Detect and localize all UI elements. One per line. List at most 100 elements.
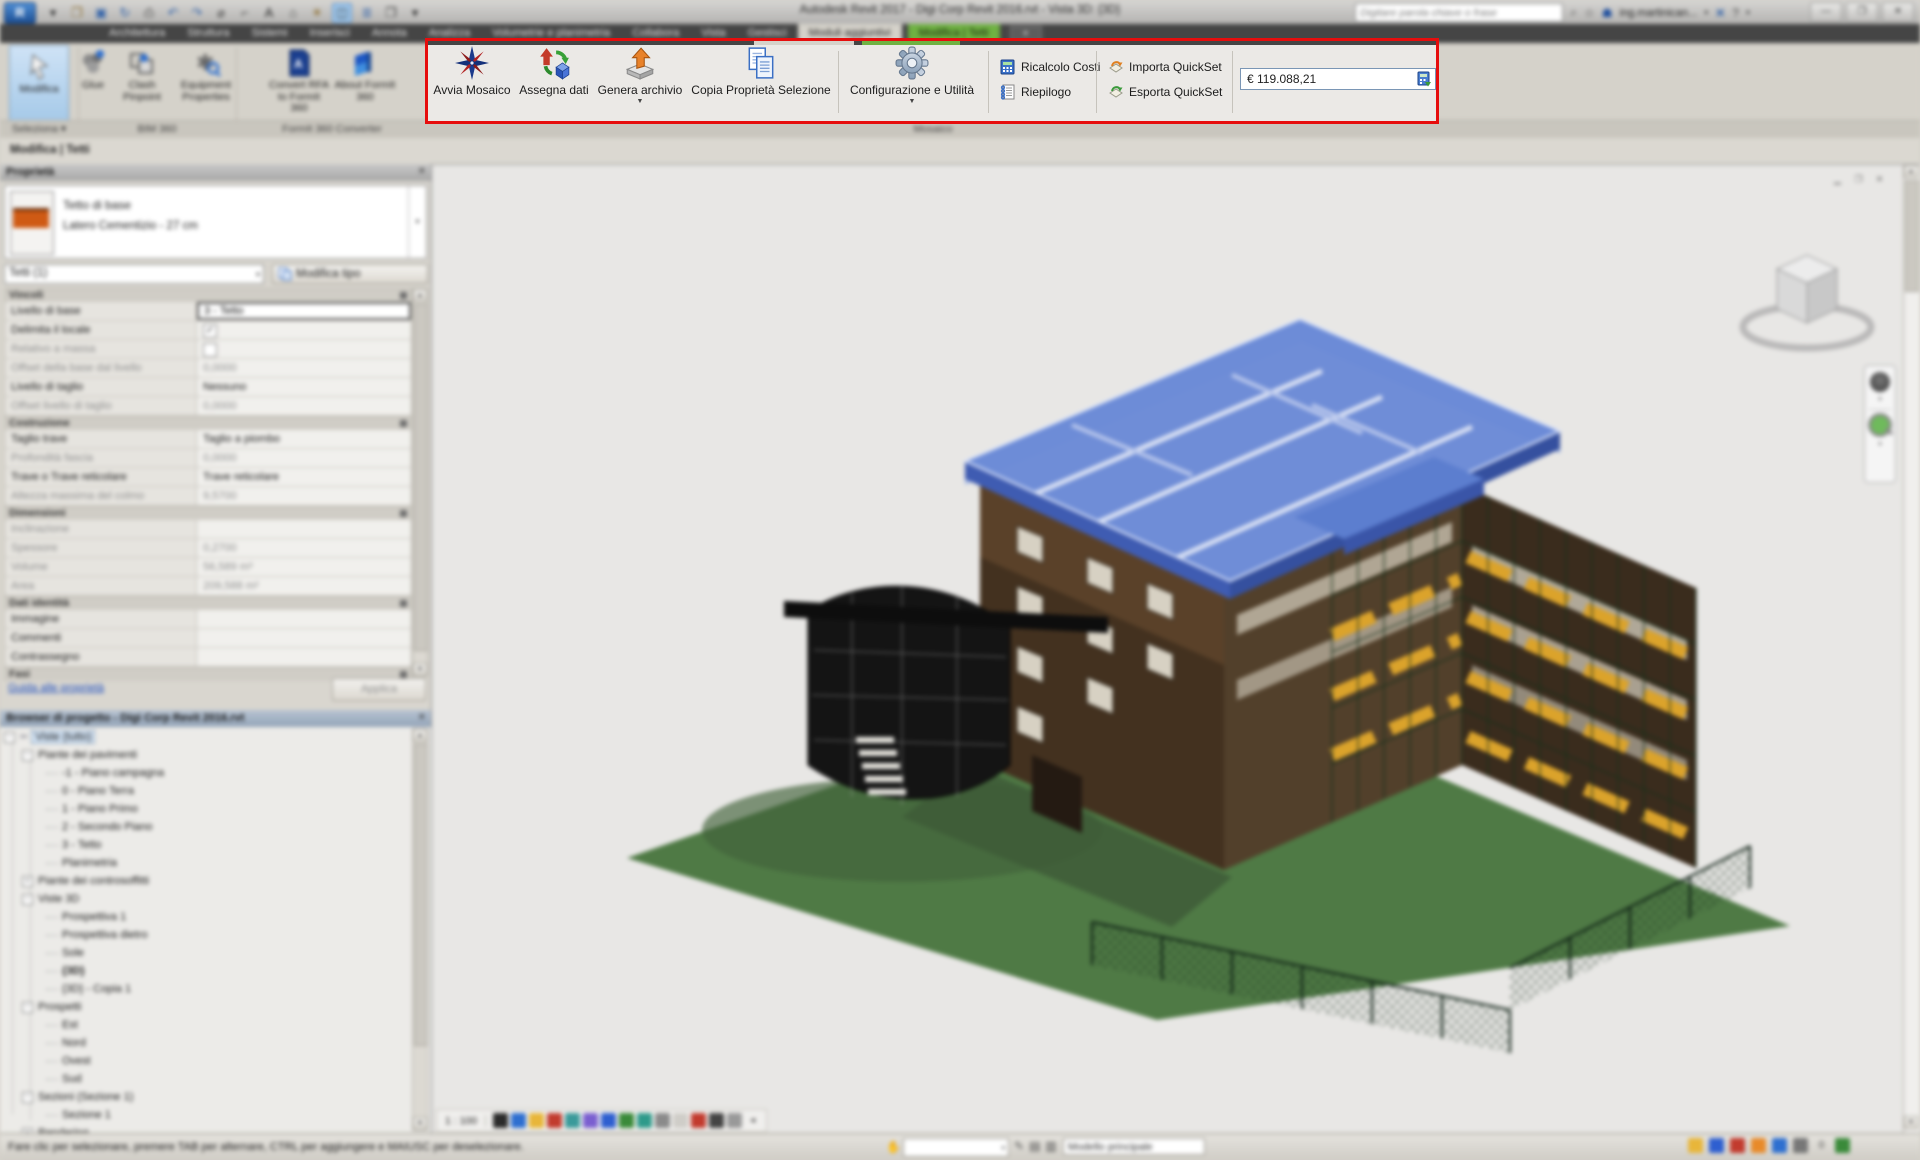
link-select-icon[interactable] [1709, 1138, 1724, 1153]
editable-only-icon[interactable] [1688, 1138, 1703, 1153]
section-header-costruzione[interactable]: Costruzione [4, 416, 412, 430]
exchange-apps-icon[interactable]: ✕ [1715, 6, 1725, 20]
tree-item-2-secondo-piano[interactable]: 2 - Secondo Piano [0, 818, 410, 836]
importa-quickset-button[interactable]: Importa QuickSet [1108, 58, 1222, 76]
checkbox-checked[interactable]: ✓ [203, 324, 217, 338]
scroll-up-icon[interactable]: ▲ [413, 289, 427, 302]
scroll-down-icon[interactable]: ▼ [1904, 1116, 1918, 1129]
crop-view-icon[interactable] [601, 1113, 616, 1128]
tree-item-prospettiva-1[interactable]: Prospettiva 1 [0, 908, 410, 926]
worksets-select[interactable]: ▾ [903, 1138, 1009, 1157]
glue-button[interactable]: Glue [78, 45, 108, 92]
tree-item-sole[interactable]: Sole [0, 944, 410, 962]
close-icon[interactable]: ✕ [418, 166, 426, 177]
property-value[interactable]: ✓ [197, 321, 411, 339]
panel-label-mosaico[interactable]: Mosaico [428, 123, 1438, 135]
property-value[interactable] [197, 610, 411, 628]
help-search-input[interactable] [1355, 3, 1563, 22]
property-value[interactable] [197, 648, 411, 666]
property-value[interactable]: Trave reticolare [197, 468, 411, 486]
equipment-properties-button[interactable]: ✱Equipment Properties [176, 45, 236, 103]
properties-help-link[interactable]: Guida alle proprietà [8, 682, 104, 694]
tree-item-1-piano-campagna[interactable]: -1 - Piano campagna [0, 764, 410, 782]
edit-type-button[interactable]: Modifica tipo [272, 264, 428, 284]
property-value[interactable]: 209,588 m² [197, 577, 411, 595]
selection-filter-icon[interactable] [1835, 1138, 1850, 1153]
help-dropdown-icon[interactable]: ▾ [1746, 8, 1750, 17]
tree-item-prospetti[interactable]: −Prospetti [0, 998, 410, 1016]
visual-style-icon[interactable] [529, 1113, 544, 1128]
close-button[interactable]: ✕ [1882, 2, 1914, 22]
collapse-icon[interactable]: − [22, 1092, 33, 1103]
collapse-icon[interactable]: − [4, 732, 15, 743]
link-icon[interactable]: ▥ [1045, 1139, 1056, 1153]
minimize-button[interactable]: — [1810, 2, 1842, 22]
property-value[interactable]: 56,589 m³ [197, 558, 411, 576]
close-icon[interactable]: ✕ [418, 712, 426, 723]
property-value[interactable]: 0,0000 [197, 449, 411, 467]
assegna-dati-button[interactable]: Assegna dati [516, 46, 592, 116]
filter-icon[interactable] [1751, 1138, 1766, 1153]
reveal-constraints-icon[interactable] [727, 1113, 742, 1128]
3d-model-view[interactable] [432, 165, 1920, 1134]
tree-item-prospettiva-dietro[interactable]: Prospettiva dietro [0, 926, 410, 944]
displacement-icon[interactable] [709, 1113, 724, 1128]
collapse-icon[interactable]: − [22, 1002, 33, 1013]
view-scale-icon[interactable] [493, 1113, 508, 1128]
help-icon[interactable]: ? [1732, 6, 1739, 20]
user-dropdown-icon[interactable]: ▾ [1704, 8, 1708, 17]
properties-scrollbar[interactable]: ▲ ▼ [412, 288, 428, 677]
view-cube[interactable] [1732, 243, 1882, 368]
property-value[interactable] [197, 520, 411, 538]
reveal-hidden-icon[interactable] [673, 1113, 688, 1128]
calculator-small-icon[interactable] [1416, 71, 1432, 87]
collapse-icon[interactable]: − [22, 750, 33, 761]
property-value[interactable]: 0,2700 [197, 539, 411, 557]
property-value[interactable] [197, 340, 411, 358]
about-formit-360-button[interactable]: About FormIt 360 [334, 45, 396, 103]
property-value[interactable]: 0,0000 [197, 397, 411, 415]
ricalcolo-costi-button[interactable]: Ricalcolo Costi [1000, 58, 1100, 76]
collapse-icon[interactable]: − [22, 894, 33, 905]
collapse-arrow-icon[interactable]: ◂ [745, 1113, 760, 1128]
property-value[interactable]: 9,5700 [197, 487, 411, 505]
signed-in-user[interactable]: ing.martinican... [1620, 7, 1698, 19]
apply-button[interactable]: Applica [332, 678, 426, 701]
temporary-hide-icon[interactable] [655, 1113, 670, 1128]
tree-item-0-piano-terra[interactable]: 0 - Piano Terra [0, 782, 410, 800]
configurazione-utilita-button[interactable]: Configurazione e Utilità ▼ [842, 46, 982, 116]
properties-header[interactable]: Proprietà ✕ [0, 164, 431, 181]
avvia-mosaico-button[interactable]: Avvia Mosaico [430, 46, 514, 116]
section-header-dimensioni[interactable]: Dimensioni [4, 506, 412, 520]
view-close-icon[interactable]: ✕ [1872, 173, 1887, 186]
tree-item-viste-3d[interactable]: −Viste 3D [0, 890, 410, 908]
copia-proprieta-button[interactable]: Copia Proprietà Selezione [688, 46, 834, 116]
property-value[interactable]: 0,0000 [197, 359, 411, 377]
underlay-select-icon[interactable] [1772, 1138, 1787, 1153]
search-icon[interactable]: ⌕ [1570, 5, 1577, 20]
genera-archivio-button[interactable]: Genera archivio ▼ [594, 46, 686, 116]
design-option-select[interactable]: Modello principale [1063, 1138, 1205, 1155]
tree-item-est[interactable]: Est [0, 1016, 410, 1034]
scroll-up-icon[interactable]: ▲ [1904, 165, 1918, 178]
esporta-quickset-button[interactable]: Esporta QuickSet [1108, 83, 1222, 101]
show-crop-icon[interactable] [619, 1113, 634, 1128]
tree-item-sezioni-sezione-1[interactable]: −Sezioni (Sezione 1) [0, 1088, 410, 1106]
panel-label-formit[interactable]: FormIt 360 Converter [236, 123, 428, 135]
scroll-down-icon[interactable]: ▼ [413, 663, 427, 676]
property-value-field[interactable]: 3 - Tetto [197, 302, 411, 320]
view-restore-icon[interactable]: ❐ [1851, 173, 1866, 186]
tree-item-sud[interactable]: Sud [0, 1070, 410, 1088]
zero-count-icon[interactable]: 0 [1814, 1138, 1829, 1153]
tab-struttura[interactable]: Struttura [176, 24, 240, 43]
editable-toggle-icon[interactable]: ✎ [1014, 1139, 1024, 1153]
shadows-icon[interactable] [565, 1113, 580, 1128]
property-value[interactable] [197, 629, 411, 647]
tree-item-rendering[interactable]: +Rendering [0, 1124, 410, 1133]
clash-pinpoint-button[interactable]: Clash Pinpoint [112, 45, 172, 103]
pinned-select-icon[interactable] [1730, 1138, 1745, 1153]
tree-item-nord[interactable]: Nord [0, 1034, 410, 1052]
panel-label-bim360[interactable]: BIM 360 [78, 123, 236, 135]
scroll-down-icon[interactable]: ▼ [413, 1117, 427, 1130]
render-icon[interactable] [583, 1113, 598, 1128]
